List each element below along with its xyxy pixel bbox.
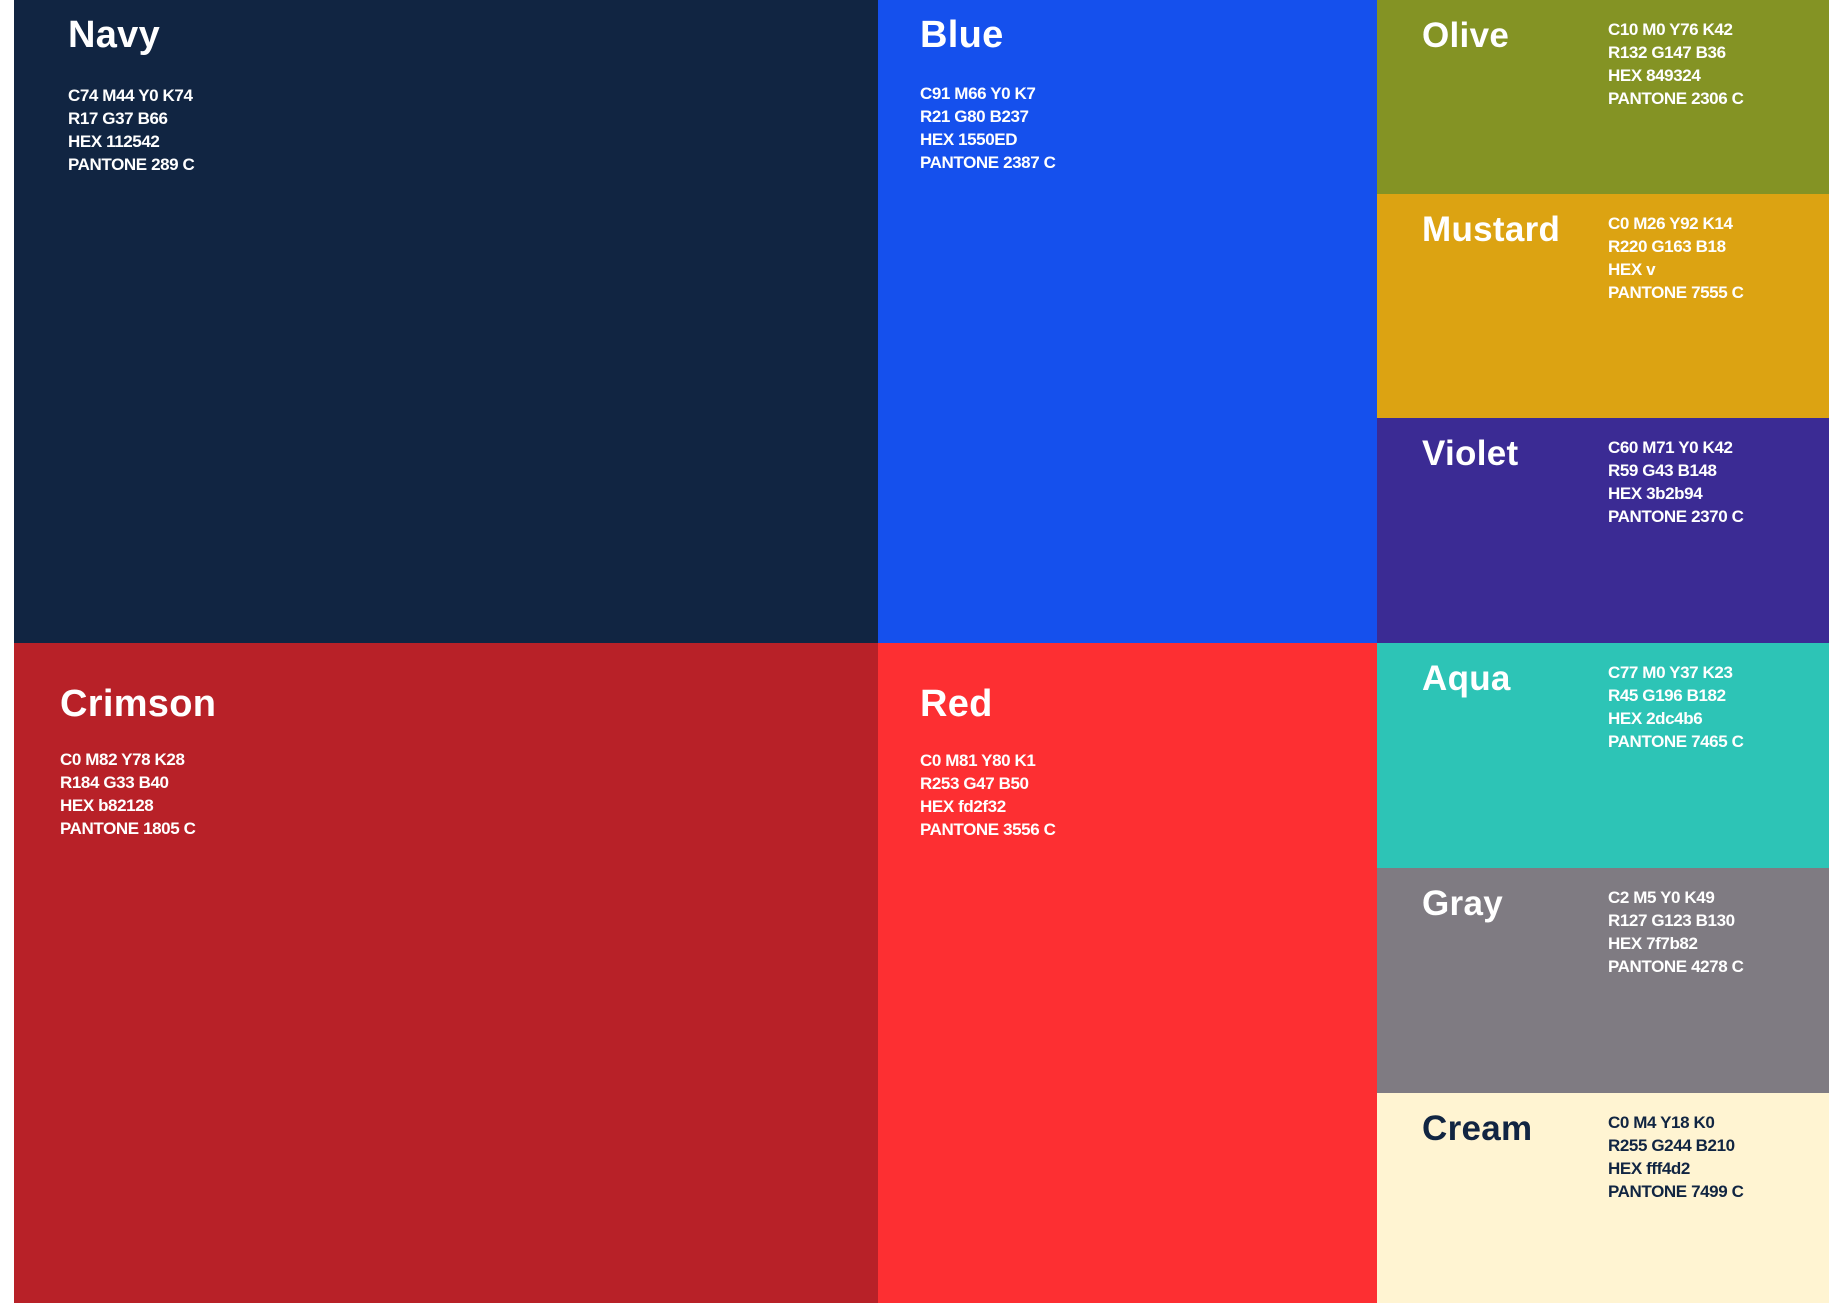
cmyk-value: C10 M0 Y76 K42 <box>1608 20 1733 39</box>
rgb-value: R59 G43 B148 <box>1608 461 1717 480</box>
hex-value: HEX 7f7b82 <box>1608 934 1698 953</box>
swatch-name: Violet <box>1422 434 1519 473</box>
pantone-value: PANTONE 7499 C <box>1608 1182 1744 1201</box>
rgb-value: R127 G123 B130 <box>1608 911 1735 930</box>
hex-value: HEX b82128 <box>60 796 154 815</box>
swatch-name: Mustard <box>1422 210 1561 249</box>
cmyk-value: C91 M66 Y0 K7 <box>920 84 1036 103</box>
swatch-red: Red C0 M81 Y80 K1 R253 G47 B50 HEX fd2f3… <box>878 643 1377 1303</box>
swatch-mustard: Mustard C0 M26 Y92 K14 R220 G163 B18 HEX… <box>1377 194 1829 418</box>
swatch-name: Crimson <box>60 683 217 725</box>
rgb-value: R45 G196 B182 <box>1608 686 1726 705</box>
pantone-value: PANTONE 289 C <box>68 155 195 174</box>
rgb-value: R184 G33 B40 <box>60 773 169 792</box>
pantone-value: PANTONE 7555 C <box>1608 283 1744 302</box>
cmyk-value: C2 M5 Y0 K49 <box>1608 888 1715 907</box>
swatch-name: Gray <box>1422 884 1503 923</box>
swatch-violet: Violet C60 M71 Y0 K42 R59 G43 B148 HEX 3… <box>1377 418 1829 643</box>
pantone-value: PANTONE 2306 C <box>1608 89 1744 108</box>
pantone-value: PANTONE 1805 C <box>60 819 196 838</box>
swatch-name: Blue <box>920 14 1004 56</box>
pantone-value: PANTONE 3556 C <box>920 820 1056 839</box>
hex-value: HEX 2dc4b6 <box>1608 709 1703 728</box>
hex-value: HEX 3b2b94 <box>1608 484 1703 503</box>
cmyk-value: C0 M82 Y78 K28 <box>60 750 185 769</box>
pantone-value: PANTONE 2387 C <box>920 153 1056 172</box>
swatch-specs: C0 M82 Y78 K28 R184 G33 B40 HEX b82128 P… <box>60 748 196 840</box>
rgb-value: R220 G163 B18 <box>1608 237 1726 256</box>
swatch-navy: Navy C74 M44 Y0 K74 R17 G37 B66 HEX 1125… <box>14 0 878 643</box>
cmyk-value: C74 M44 Y0 K74 <box>68 86 193 105</box>
rgb-value: R253 G47 B50 <box>920 774 1029 793</box>
cmyk-value: C0 M81 Y80 K1 <box>920 751 1036 770</box>
swatch-aqua: Aqua C77 M0 Y37 K23 R45 G196 B182 HEX 2d… <box>1377 643 1829 868</box>
hex-value: HEX fff4d2 <box>1608 1159 1690 1178</box>
swatch-name: Cream <box>1422 1109 1533 1148</box>
hex-value: HEX 112542 <box>68 132 160 151</box>
hex-value: HEX v <box>1608 260 1656 279</box>
swatch-specs: C74 M44 Y0 K74 R17 G37 B66 HEX 112542 PA… <box>68 84 195 176</box>
swatch-cream: Cream C0 M4 Y18 K0 R255 G244 B210 HEX ff… <box>1377 1093 1829 1303</box>
hex-value: HEX fd2f32 <box>920 797 1006 816</box>
color-palette: Navy C74 M44 Y0 K74 R17 G37 B66 HEX 1125… <box>0 0 1829 1303</box>
swatch-crimson: Crimson C0 M82 Y78 K28 R184 G33 B40 HEX … <box>14 643 878 1303</box>
rgb-value: R21 G80 B237 <box>920 107 1029 126</box>
swatch-name: Aqua <box>1422 659 1511 698</box>
swatch-specs: C77 M0 Y37 K23 R45 G196 B182 HEX 2dc4b6 … <box>1608 661 1744 753</box>
pantone-value: PANTONE 7465 C <box>1608 732 1744 751</box>
cmyk-value: C0 M4 Y18 K0 <box>1608 1113 1715 1132</box>
hex-value: HEX 1550ED <box>920 130 1018 149</box>
swatch-olive: Olive C10 M0 Y76 K42 R132 G147 B36 HEX 8… <box>1377 0 1829 194</box>
cmyk-value: C0 M26 Y92 K14 <box>1608 214 1733 233</box>
swatch-specs: C91 M66 Y0 K7 R21 G80 B237 HEX 1550ED PA… <box>920 82 1056 174</box>
rgb-value: R132 G147 B36 <box>1608 43 1726 62</box>
swatch-specs: C0 M26 Y92 K14 R220 G163 B18 HEX v PANTO… <box>1608 212 1744 304</box>
swatch-specs: C0 M81 Y80 K1 R253 G47 B50 HEX fd2f32 PA… <box>920 749 1056 841</box>
swatch-name: Olive <box>1422 16 1510 55</box>
cmyk-value: C77 M0 Y37 K23 <box>1608 663 1733 682</box>
swatch-name: Red <box>920 683 993 725</box>
pantone-value: PANTONE 2370 C <box>1608 507 1744 526</box>
swatch-name: Navy <box>68 14 161 56</box>
hex-value: HEX 849324 <box>1608 66 1701 85</box>
swatch-specs: C0 M4 Y18 K0 R255 G244 B210 HEX fff4d2 P… <box>1608 1111 1744 1203</box>
rgb-value: R17 G37 B66 <box>68 109 168 128</box>
cmyk-value: C60 M71 Y0 K42 <box>1608 438 1733 457</box>
swatch-gray: Gray C2 M5 Y0 K49 R127 G123 B130 HEX 7f7… <box>1377 868 1829 1093</box>
swatch-blue: Blue C91 M66 Y0 K7 R21 G80 B237 HEX 1550… <box>878 0 1377 643</box>
swatch-specs: C60 M71 Y0 K42 R59 G43 B148 HEX 3b2b94 P… <box>1608 436 1744 528</box>
rgb-value: R255 G244 B210 <box>1608 1136 1735 1155</box>
swatch-specs: C2 M5 Y0 K49 R127 G123 B130 HEX 7f7b82 P… <box>1608 886 1744 978</box>
swatch-specs: C10 M0 Y76 K42 R132 G147 B36 HEX 849324 … <box>1608 18 1744 110</box>
pantone-value: PANTONE 4278 C <box>1608 957 1744 976</box>
